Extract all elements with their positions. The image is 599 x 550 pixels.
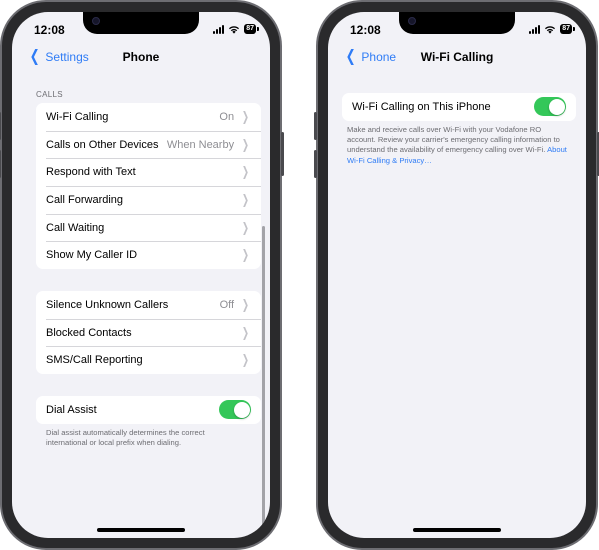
row-label: Respond with Text	[46, 166, 136, 179]
chevron-right-icon: ❯	[242, 247, 250, 263]
row-call-forwarding[interactable]: Call Forwarding ❯	[36, 186, 261, 214]
row-sms-call-reporting[interactable]: SMS/Call Reporting ❯	[36, 346, 261, 374]
chevron-right-icon: ❯	[242, 352, 250, 368]
chevron-right-icon: ❯	[242, 136, 250, 152]
dial-assist-toggle[interactable]	[219, 400, 251, 420]
blocking-group: Silence Unknown Callers Off ❯ Blocked Co…	[36, 291, 261, 375]
screen-right: 12:08 87 ❮ Phone Wi-Fi Calling Wi-Fi Cal…	[328, 12, 586, 538]
chevron-right-icon: ❯	[242, 164, 250, 180]
row-value: On	[219, 110, 235, 123]
battery-icon: 87	[560, 24, 575, 34]
notch	[399, 12, 515, 34]
row-respond-with-text[interactable]: Respond with Text ❯	[36, 158, 261, 186]
status-time: 12:08	[34, 23, 65, 37]
volume-down-button	[0, 150, 1, 178]
battery-icon: 87	[244, 24, 259, 34]
volume-up-button	[0, 112, 1, 140]
chevron-right-icon: ❯	[242, 324, 250, 340]
row-wifi-calling[interactable]: Wi-Fi Calling On ❯	[36, 103, 261, 131]
home-indicator[interactable]	[413, 528, 501, 532]
row-wifi-calling-on-this-iphone: Wi-Fi Calling on This iPhone	[342, 93, 576, 121]
wifi-calling-footer: Make and receive calls over Wi-Fi with y…	[347, 125, 569, 166]
section-header-calls: CALLS	[36, 90, 63, 99]
front-camera	[408, 17, 416, 25]
chevron-right-icon: ❯	[242, 219, 250, 235]
toggle-knob	[233, 401, 250, 418]
row-blocked-contacts[interactable]: Blocked Contacts ❯	[36, 318, 261, 347]
notch	[83, 12, 199, 34]
wifi-calling-group: Wi-Fi Calling on This iPhone	[342, 93, 576, 121]
row-label: SMS/Call Reporting	[46, 354, 143, 367]
row-label: Show My Caller ID	[46, 249, 138, 262]
wifi-icon	[228, 25, 240, 34]
toggle-knob	[548, 98, 565, 115]
status-icons: 87	[529, 24, 575, 34]
row-show-my-caller-id[interactable]: Show My Caller ID ❯	[36, 241, 261, 269]
side-button	[281, 132, 284, 176]
row-call-waiting[interactable]: Call Waiting ❯	[36, 213, 261, 242]
page-title: Wi-Fi Calling	[420, 50, 494, 64]
volume-down-button	[314, 150, 317, 178]
row-label: Wi-Fi Calling	[46, 110, 109, 123]
navigation-bar: ❮ Settings Phone	[12, 46, 270, 68]
row-label: Blocked Contacts	[46, 326, 132, 339]
row-label: Dial Assist	[46, 403, 97, 416]
row-label: Wi-Fi Calling on This iPhone	[352, 100, 491, 113]
row-calls-on-other-devices[interactable]: Calls on Other Devices When Nearby ❯	[36, 130, 261, 159]
dial-assist-footer: Dial assist automatically determines the…	[46, 428, 205, 448]
row-value: When Nearby	[166, 138, 235, 151]
row-label: Call Forwarding	[46, 193, 124, 206]
status-icons: 87	[213, 24, 259, 34]
row-dial-assist: Dial Assist	[36, 396, 261, 424]
row-label: Call Waiting	[46, 221, 105, 234]
wifi-icon	[544, 25, 556, 34]
phone-frame-left: 12:08 87 ❮ Settings Phone CALLS Wi-Fi Ca…	[0, 0, 284, 550]
chevron-right-icon: ❯	[242, 191, 250, 207]
row-value: Off	[219, 298, 235, 311]
volume-up-button	[314, 112, 317, 140]
page-title: Phone	[122, 50, 160, 64]
phone-frame-right: 12:08 87 ❮ Phone Wi-Fi Calling Wi-Fi Cal…	[314, 0, 599, 550]
row-label: Calls on Other Devices	[46, 138, 159, 151]
chevron-right-icon: ❯	[242, 108, 250, 124]
status-time: 12:08	[350, 23, 381, 37]
dial-assist-group: Dial Assist	[36, 396, 261, 424]
cellular-signal-icon	[529, 24, 541, 34]
chevron-right-icon: ❯	[242, 296, 250, 312]
calls-group: Wi-Fi Calling On ❯ Calls on Other Device…	[36, 103, 261, 270]
home-indicator[interactable]	[97, 528, 185, 532]
wifi-calling-toggle[interactable]	[534, 97, 566, 117]
scrollbar[interactable]	[262, 226, 265, 526]
row-label: Silence Unknown Callers	[46, 298, 169, 311]
footer-text: Make and receive calls over Wi-Fi with y…	[347, 125, 560, 155]
navigation-bar: ❮ Phone Wi-Fi Calling	[328, 46, 586, 68]
cellular-signal-icon	[213, 24, 225, 34]
screen-left: 12:08 87 ❮ Settings Phone CALLS Wi-Fi Ca…	[12, 12, 270, 538]
row-silence-unknown-callers[interactable]: Silence Unknown Callers Off ❯	[36, 291, 261, 319]
front-camera	[92, 17, 100, 25]
